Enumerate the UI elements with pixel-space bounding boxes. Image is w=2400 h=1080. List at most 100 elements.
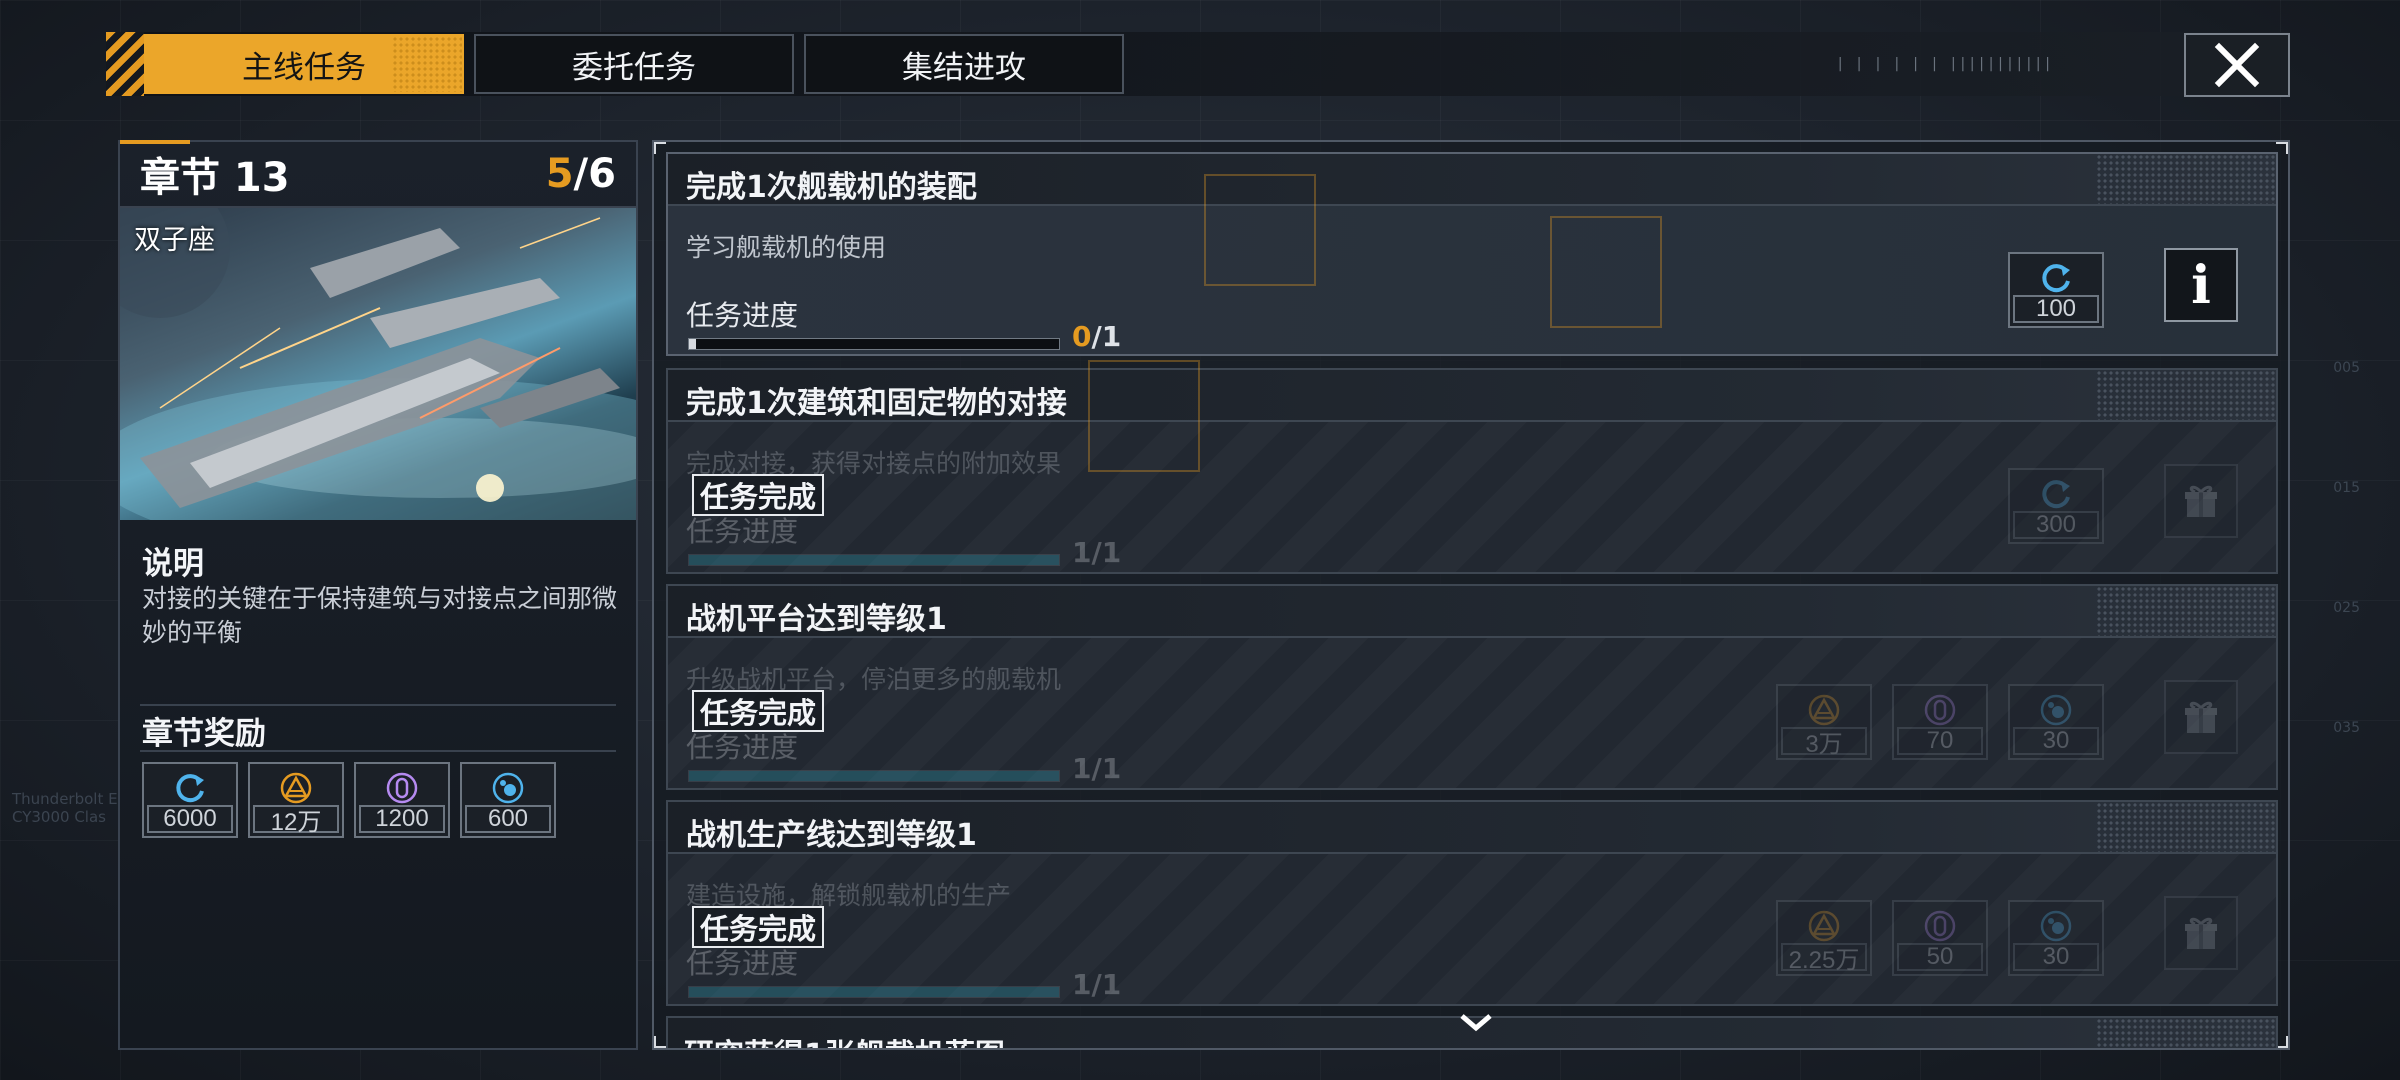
reward-amount: 70 [1897,727,1983,755]
chevron-down-icon [1460,1014,1492,1032]
quest-description: 学习舰载机的使用 [686,233,887,262]
chapter-artwork: 双子座 [120,208,636,520]
reward-item[interactable]: 300 [2008,468,2104,544]
reward-item[interactable]: 2.25万 [1776,900,1872,976]
quest-title: 完成1次舰载机的装配 [686,170,977,205]
quest-progress-count: 1/1 [1072,752,1121,785]
tab-label: 委托任务 [572,49,696,86]
crystal-resource-icon [1894,690,1986,730]
reward-item[interactable]: 12万 [248,762,344,838]
quest-complete-badge: 任务完成 [692,474,825,516]
corner-decoration [654,142,666,154]
chapter-header: 章节 13 5/6 [120,142,636,208]
chapter-subtitle: 双子座 [134,225,215,256]
scale-mark: 005 [2333,360,2360,376]
chapter-title: 章节 13 [140,155,290,201]
quest-progress-fill [689,771,1059,781]
reward-item[interactable]: 1200 [354,762,450,838]
reward-amount: 300 [2013,511,2099,539]
tab-label: 集结进攻 [902,49,1026,86]
scroll-down-indicator[interactable] [1456,1010,1496,1038]
quest-rewards: 2.25万 50 30 [1776,900,2104,976]
quest-card[interactable]: 完成1次建筑和固定物的对接 完成对接，获得对接点的附加效果 任务进度 1/1 任… [666,360,2278,574]
quest-title: 完成1次建筑和固定物的对接 [686,386,1067,421]
quest-progress-label: 任务进度 [686,947,799,980]
quest-header: 战机平台达到等级1 [668,586,2276,638]
reward-amount: 3万 [1781,727,1867,758]
close-button[interactable] [2184,33,2290,97]
reward-item[interactable]: 6000 [142,762,238,838]
progress-current: 1 [1072,968,1092,1001]
orb-resource-icon [462,768,554,808]
target-frame-decoration [1550,216,1662,328]
description-text: 对接的关键在于保持建筑与对接点之间那微妙的平衡 [142,584,618,647]
quest-progress-count: 0/1 [1072,320,1121,353]
reward-item[interactable]: 30 [2008,684,2104,760]
reward-amount: 100 [2013,295,2099,323]
gift-icon [2185,485,2217,517]
tab-commission-quests[interactable]: 委托任务 [474,34,794,94]
claim-gift-button[interactable] [2164,680,2238,754]
close-icon [2214,42,2260,88]
quest-list-panel[interactable]: 完成1次舰载机的装配 学习舰载机的使用 任务进度 0/1 100 i 完成1次建… [652,140,2290,1050]
chapter-progress-current: 5 [545,151,574,197]
reward-amount: 50 [1897,943,1983,971]
scale-mark: 015 [2333,480,2360,496]
divider [140,750,616,752]
claim-gift-button[interactable] [2164,896,2238,970]
reward-amount: 2.25万 [1781,943,1867,974]
info-icon: i [2191,254,2211,316]
reward-item[interactable]: 30 [2008,900,2104,976]
quest-progress-fill [689,555,1059,565]
info-button[interactable]: i [2164,248,2238,322]
progress-current: 0 [1072,320,1092,353]
orb-resource-icon [2010,690,2102,730]
hazard-stripe-decoration [106,32,144,96]
tab-rally-attack[interactable]: 集结进攻 [804,34,1124,94]
quest-header: 完成1次舰载机的装配 [668,154,2276,206]
target-frame-decoration [1088,360,1200,472]
progress-total: /1 [1091,752,1122,785]
crystal-resource-icon [1894,906,1986,946]
reward-item[interactable]: 3万 [1776,684,1872,760]
reward-item[interactable]: 600 [460,762,556,838]
cycle-icon [2010,258,2102,298]
scale-mark: 035 [2333,720,2360,736]
progress-current: 1 [1072,536,1092,569]
quest-progress-label: 任务进度 [686,515,799,548]
reward-item[interactable]: 100 [2008,252,2104,328]
quest-rewards: 100 [2008,252,2104,328]
quest-rewards: 3万 70 30 [1776,684,2104,760]
quest-title: 研究获得1张舰载机蓝图 [684,1030,1005,1048]
quest-progress-bar [688,986,1060,998]
quest-header: 战机生产线达到等级1 [668,802,2276,854]
quest-progress-fill [689,339,697,349]
quest-complete-badge: 任务完成 [692,690,825,732]
quest-complete-badge: 任务完成 [692,906,825,948]
quest-progress-count: 1/1 [1072,968,1121,1001]
quest-progress-label: 任务进度 [686,299,799,332]
progress-total: /1 [1091,320,1122,353]
progress-total: /1 [1091,536,1122,569]
reward-item[interactable]: 50 [1892,900,1988,976]
chapter-progress: 5/6 [546,151,616,197]
quest-progress-count: 1/1 [1072,536,1121,569]
quest-card[interactable]: 战机生产线达到等级1 建造设施，解锁舰载机的生产 任务进度 1/1 任务完成 2… [666,800,2278,1006]
quest-progress-bar [688,770,1060,782]
quest-title: 战机生产线达到等级1 [686,818,977,853]
reward-amount: 6000 [147,805,233,833]
quest-progress-label: 任务进度 [686,731,799,764]
reward-amount: 30 [2013,943,2099,971]
quest-progress-bar [688,338,1060,350]
reward-amount: 30 [2013,727,2099,755]
tab-main-quests[interactable]: 主线任务 [144,34,464,94]
claim-gift-button[interactable] [2164,464,2238,538]
reward-item[interactable]: 70 [1892,684,1988,760]
progress-current: 1 [1072,752,1092,785]
quest-progress-fill [689,987,1059,997]
quest-card[interactable]: 完成1次舰载机的装配 学习舰载机的使用 任务进度 0/1 100 i [666,152,2278,356]
reward-amount: 600 [465,805,551,833]
progress-total: /1 [1091,968,1122,1001]
description-heading: 说明 [142,546,204,582]
quest-card[interactable]: 战机平台达到等级1 升级战机平台，停泊更多的舰载机 任务进度 1/1 任务完成 … [666,584,2278,790]
